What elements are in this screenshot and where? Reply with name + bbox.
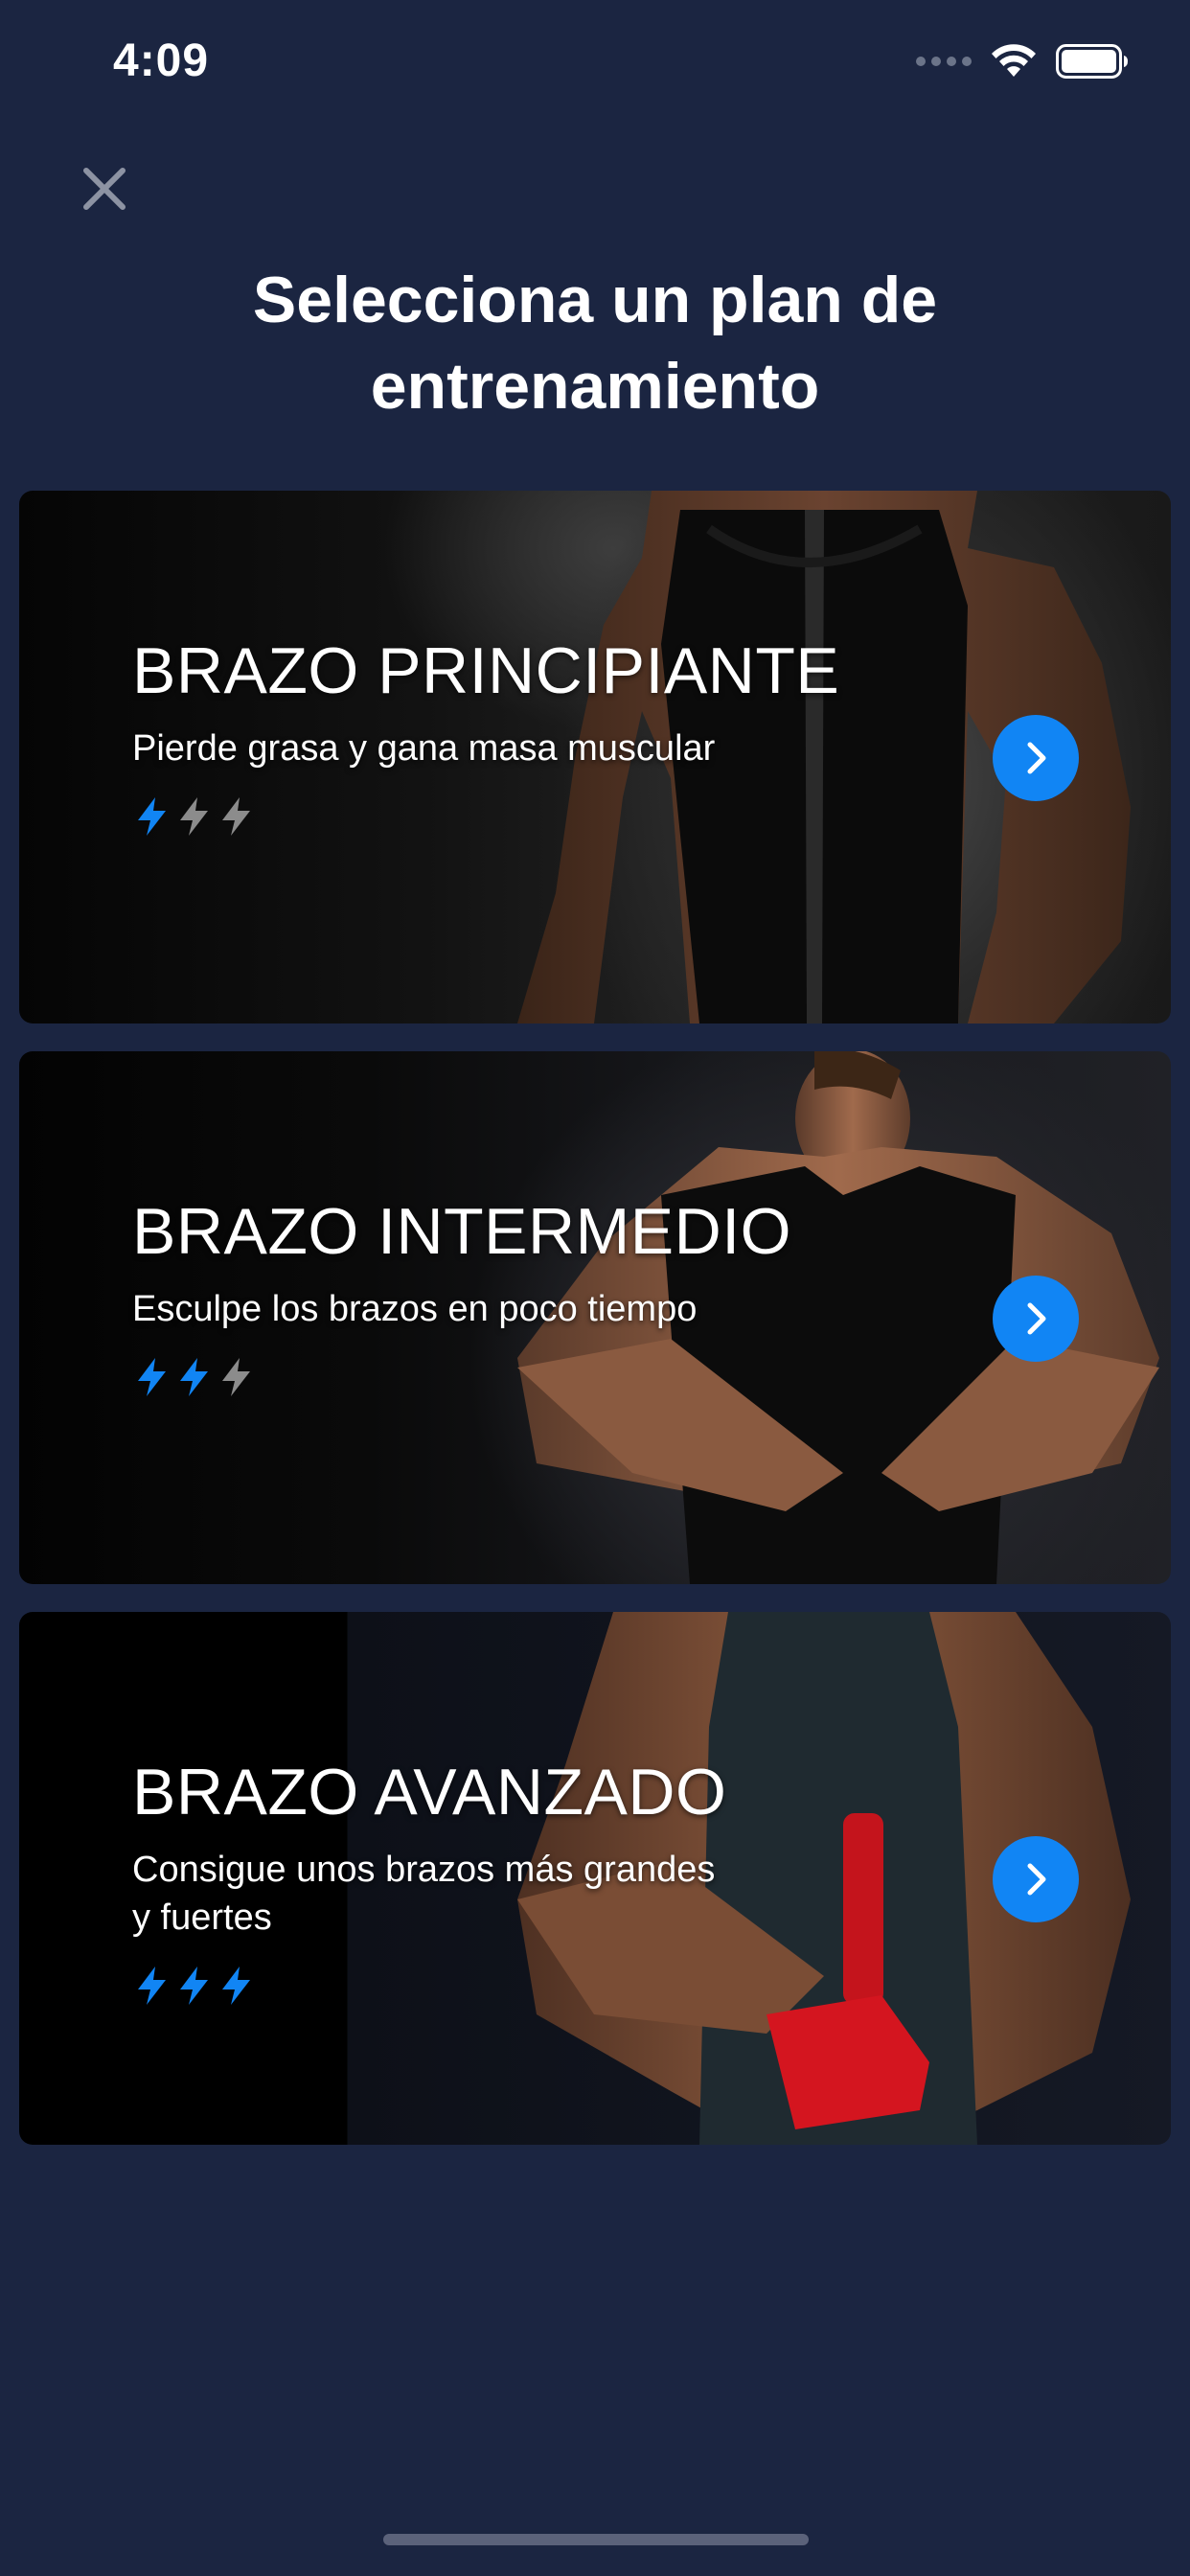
card-content: BRAZO PRINCIPIANTE Pierde grasa y gana m… [132,632,860,838]
open-plan-button[interactable] [993,1836,1079,1922]
open-plan-button[interactable] [993,1276,1079,1362]
plan-title: BRAZO PRINCIPIANTE [132,634,840,707]
close-button[interactable] [73,157,136,220]
lightning-bolt-icon [180,1358,208,1396]
status-bar: 4:09 [0,0,1190,126]
plan-subtitle: Esculpe los brazos en poco tiempo [132,1289,698,1329]
plan-title: BRAZO AVANZADO [132,1756,727,1828]
lightning-bolt-icon [180,797,208,836]
lightning-bolt-icon [138,1358,166,1396]
page-title-line1: Selecciona un plan de [252,264,938,336]
difficulty-rating [132,1356,860,1398]
plan-subtitle: Consigue unos brazos más grandes y fuert… [132,1846,860,1942]
plan-card-intermediate[interactable]: BRAZO INTERMEDIO Esculpe los brazos en p… [19,1051,1171,1584]
lightning-bolt-icon [222,797,250,836]
cellular-signal-icon [916,57,972,66]
plan-card-beginner[interactable]: BRAZO PRINCIPIANTE Pierde grasa y gana m… [19,491,1171,1024]
chevron-right-icon [1027,742,1046,774]
status-indicators [916,44,1129,79]
difficulty-rating [132,1965,860,2007]
chevron-right-icon [1027,1863,1046,1896]
difficulty-rating [132,795,860,838]
home-indicator[interactable] [383,2534,809,2545]
open-plan-button[interactable] [993,715,1079,801]
card-content: BRAZO INTERMEDIO Esculpe los brazos en p… [132,1193,860,1398]
page-title-line2: entrenamiento [370,350,820,423]
plan-card-advanced[interactable]: BRAZO AVANZADO Consigue unos brazos más … [19,1612,1171,2145]
lightning-bolt-icon [180,1966,208,2005]
plan-title: BRAZO INTERMEDIO [132,1195,792,1268]
lightning-bolt-icon [222,1358,250,1396]
page-title: Selecciona un plan de entrenamiento [0,257,1190,429]
plan-subtitle: Pierde grasa y gana masa muscular [132,728,716,769]
close-icon [83,168,126,210]
chevron-right-icon [1027,1302,1046,1335]
card-content: BRAZO AVANZADO Consigue unos brazos más … [132,1754,860,2007]
lightning-bolt-icon [138,1966,166,2005]
status-time: 4:09 [113,35,210,86]
battery-icon [1056,44,1128,79]
plan-subtitle-line2: y fuertes [132,1898,272,1938]
lightning-bolt-icon [222,1966,250,2005]
plan-subtitle-line1: Consigue unos brazos más grandes [132,1850,716,1890]
lightning-bolt-icon [138,797,166,836]
wifi-icon [992,44,1036,77]
